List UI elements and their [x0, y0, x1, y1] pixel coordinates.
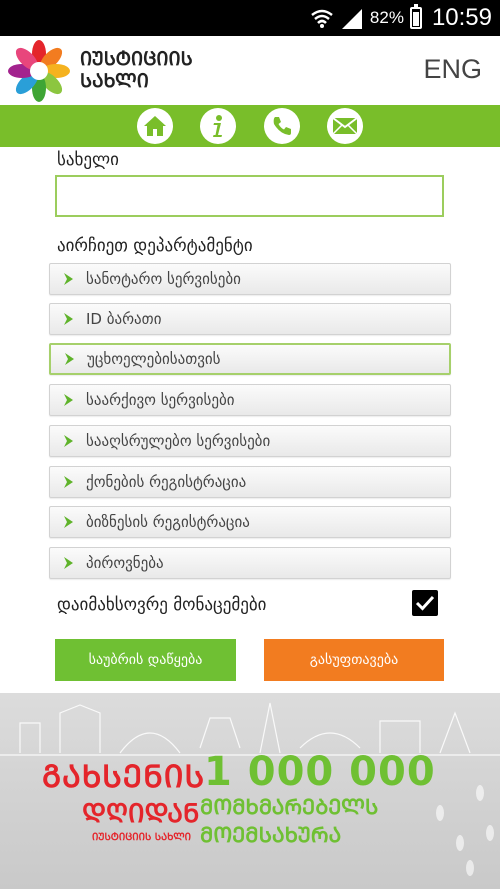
app-header: ᲘᲣᲡᲢᲘᲪᲘᲘᲡ ᲡᲐᲮᲚᲘ ENG [0, 36, 500, 105]
wifi-icon [311, 9, 333, 28]
brand-line-1: ᲘᲣᲡᲢᲘᲪᲘᲘᲡ [80, 48, 193, 70]
chevron-right-icon [64, 435, 73, 447]
dept-option-notary[interactable]: სანოტარო სერვისები [49, 263, 451, 295]
status-bar: 82% 10:59 [0, 0, 500, 36]
battery-icon [409, 4, 422, 29]
home-icon [144, 116, 166, 136]
dept-option-label: ქონების რეგისტრაცია [86, 473, 247, 491]
phone-icon [273, 117, 291, 135]
logo-icon [8, 40, 70, 102]
mail-button[interactable] [327, 108, 363, 144]
name-label: სახელი [57, 150, 119, 170]
dept-option-label: სანოტარო სერვისები [86, 270, 241, 288]
banner-red-line-2: ᲓᲦᲘᲓᲐᲜ [82, 799, 200, 829]
banner-green-line-1: ᲛᲝᲛᲮᲛᲐᲠᲔᲑᲔᲚᲡ [200, 795, 379, 819]
info-button[interactable] [200, 108, 236, 144]
brand-name: ᲘᲣᲡᲢᲘᲪᲘᲘᲡ ᲡᲐᲮᲚᲘ [80, 48, 193, 92]
dept-option-foreigners[interactable]: უცხოელებისათვის [49, 343, 451, 375]
dept-option-id-card[interactable]: ID ბარათი [49, 303, 451, 335]
name-input[interactable] [55, 175, 444, 217]
remember-checkbox[interactable] [412, 590, 438, 616]
banner-number: 1 000 000 [204, 749, 436, 795]
banner-red-line-3: ᲘᲣᲡᲢᲘᲪᲘᲘᲡ ᲡᲐᲮᲚᲘ [92, 832, 192, 843]
chevron-right-icon [64, 476, 73, 488]
dept-option-personal[interactable]: პიროვნება [49, 547, 451, 579]
mail-icon [332, 117, 358, 135]
chevron-right-icon [64, 313, 73, 325]
dept-option-business-registration[interactable]: ბიზნესის რეგისტრაცია [49, 506, 451, 538]
start-chat-button[interactable]: საუბრის დაწყება [55, 639, 236, 681]
department-label: აირჩიეთ დეპარტამენტი [57, 236, 253, 256]
banner-green-line-2: ᲛᲝᲔᲛᲡᲐᲮᲣᲠᲐ [200, 823, 342, 847]
dept-option-archive[interactable]: საარქივო სერვისები [49, 384, 451, 416]
home-button[interactable] [137, 108, 173, 144]
nav-bar [0, 105, 500, 147]
call-button[interactable] [264, 108, 300, 144]
dept-option-label: ID ბარათი [86, 310, 162, 328]
checkmark-icon [415, 595, 435, 611]
dept-option-label: ბიზნესის რეგისტრაცია [86, 513, 250, 531]
clock: 10:59 [431, 4, 492, 31]
dept-option-property-registration[interactable]: ქონების რეგისტრაცია [49, 466, 451, 498]
language-switch[interactable]: ENG [423, 54, 482, 85]
dept-option-label: სააღსრულებო სერვისები [86, 432, 271, 450]
dept-option-enforcement[interactable]: სააღსრულებო სერვისები [49, 425, 451, 457]
remember-label: დაიმახსოვრე მონაცემები [57, 595, 267, 615]
dept-option-label: პიროვნება [86, 554, 164, 572]
chevron-right-icon [64, 394, 73, 406]
chevron-right-icon [64, 516, 73, 528]
battery-percent: 82% [369, 8, 404, 27]
info-icon [213, 115, 222, 137]
dept-option-label: საარქივო სერვისები [86, 391, 235, 409]
chevron-right-icon [64, 273, 73, 285]
chevron-right-icon [65, 353, 74, 365]
promo-banner[interactable]: ᲒᲐᲮᲡᲔᲜᲘᲡ ᲓᲦᲘᲓᲐᲜ ᲘᲣᲡᲢᲘᲪᲘᲘᲡ ᲡᲐᲮᲚᲘ 1 000 00… [0, 693, 500, 889]
banner-red-line-1: ᲒᲐᲮᲡᲔᲜᲘᲡ [42, 759, 206, 795]
chevron-right-icon [64, 557, 73, 569]
clear-button[interactable]: გასუფთავება [264, 639, 444, 681]
dept-option-label: უცხოელებისათვის [87, 350, 221, 368]
brand-line-2: ᲡᲐᲮᲚᲘ [80, 70, 149, 92]
signal-icon [341, 9, 362, 29]
